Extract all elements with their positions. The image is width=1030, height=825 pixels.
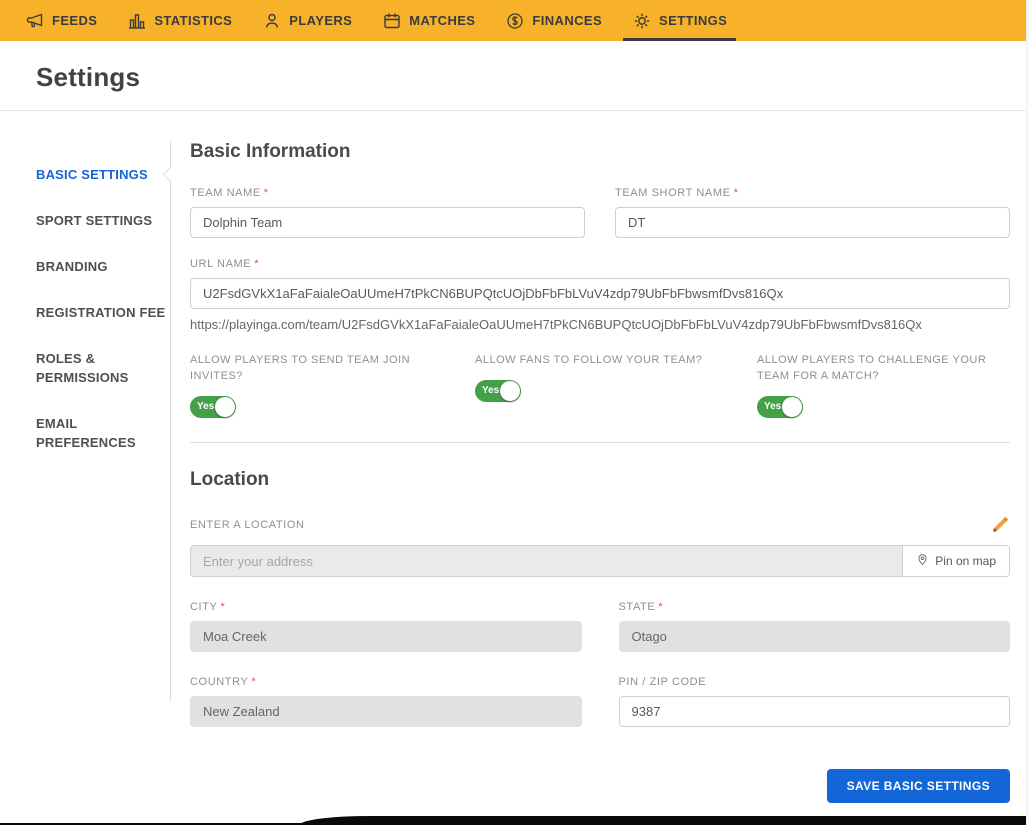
toggle-join-invites-label: ALLOW PLAYERS TO SEND TEAM JOIN INVITES? — [190, 354, 411, 382]
nav-settings-label: SETTINGS — [659, 13, 728, 28]
toggle-knob — [500, 381, 520, 401]
player-icon — [262, 11, 282, 31]
toggle-fans-follow-label: ALLOW FANS TO FOLLOW YOUR TEAM? — [475, 354, 703, 366]
sidebar-item-branding[interactable]: BRANDING — [36, 257, 170, 276]
team-name-label: TEAM NAME * — [190, 187, 269, 199]
toggle-knob — [782, 397, 802, 417]
scrollbar-track[interactable] — [1026, 0, 1030, 825]
calendar-icon — [382, 11, 402, 31]
team-short-name-input[interactable] — [615, 207, 1010, 238]
sidebar-item-sport-settings[interactable]: SPORT SETTINGS — [36, 211, 170, 230]
bar-chart-icon — [127, 11, 147, 31]
sidebar-item-roles-permissions[interactable]: ROLES & PERMISSIONS — [36, 349, 170, 387]
required-asterisk: * — [220, 601, 226, 613]
page-header: Settings — [0, 41, 1030, 111]
sidebar-divider — [170, 141, 171, 701]
gear-icon — [632, 11, 652, 31]
required-asterisk: * — [658, 601, 664, 613]
city-label: CITY * — [190, 601, 226, 613]
page-title: Settings — [36, 62, 141, 92]
coin-icon — [505, 11, 525, 31]
url-name-input[interactable] — [190, 278, 1010, 309]
toggle-challenge-label: ALLOW PLAYERS TO CHALLENGE YOUR TEAM FOR… — [757, 354, 987, 382]
country-input[interactable] — [190, 696, 582, 727]
enter-location-label: ENTER A LOCATION — [190, 519, 305, 531]
save-basic-settings-button[interactable]: SAVE BASIC SETTINGS — [826, 769, 1010, 803]
toggle-state-label: Yes — [482, 385, 500, 396]
settings-content: BASIC SETTINGS SPORT SETTINGS BRANDING R… — [0, 111, 1030, 803]
required-asterisk: * — [733, 187, 739, 199]
team-short-name-label: TEAM SHORT NAME * — [615, 187, 739, 199]
city-input[interactable] — [190, 621, 582, 652]
required-asterisk: * — [251, 676, 257, 688]
toggle-fans-follow-switch[interactable]: Yes — [475, 380, 521, 402]
nav-feeds[interactable]: FEEDS — [10, 0, 112, 41]
required-asterisk: * — [254, 258, 260, 270]
megaphone-icon — [25, 11, 45, 31]
edit-location-button[interactable] — [990, 515, 1010, 535]
nav-players[interactable]: PLAYERS — [247, 0, 367, 41]
state-label: STATE * — [618, 601, 664, 613]
toggle-challenge-switch[interactable]: Yes — [757, 396, 803, 418]
toggle-join-invites-switch[interactable]: Yes — [190, 396, 236, 418]
zip-input[interactable] — [618, 696, 1010, 727]
map-pin-icon — [916, 553, 929, 569]
nav-finances-label: FINANCES — [532, 13, 603, 28]
address-input[interactable] — [191, 546, 903, 576]
footer-curve — [300, 816, 1030, 825]
nav-feeds-label: FEEDS — [52, 13, 98, 28]
toggle-state-label: Yes — [764, 401, 782, 412]
section-divider — [190, 442, 1010, 443]
pin-on-map-label: Pin on map — [935, 554, 996, 568]
toggle-knob — [215, 397, 235, 417]
team-url-preview: https://playinga.com/team/U2FsdGVkX1aFaF… — [190, 317, 922, 332]
team-name-input[interactable] — [190, 207, 585, 238]
sidebar-item-basic-settings[interactable]: BASIC SETTINGS — [36, 165, 170, 184]
state-input[interactable] — [618, 621, 1010, 652]
location-heading: Location — [190, 469, 270, 490]
country-label: COUNTRY * — [190, 676, 257, 688]
sidebar-item-registration-fee[interactable]: REGISTRATION FEE — [36, 303, 170, 322]
top-navigation: FEEDS STATISTICS PLAYERS MATCHES FINANCE… — [0, 0, 1030, 41]
nav-statistics-label: STATISTICS — [154, 13, 233, 28]
toggle-state-label: Yes — [197, 401, 215, 412]
sidebar-item-email-preferences[interactable]: EMAIL PREFERENCES — [36, 414, 170, 452]
nav-players-label: PLAYERS — [289, 13, 353, 28]
nav-matches-label: MATCHES — [409, 13, 476, 28]
pin-on-map-button[interactable]: Pin on map — [902, 546, 1009, 576]
basic-settings-panel: Basic Information TEAM NAME* TEAM SHORT … — [190, 141, 1030, 803]
required-asterisk: * — [263, 187, 269, 199]
basic-information-heading: Basic Information — [190, 141, 351, 162]
url-name-label: URL NAME * — [190, 258, 260, 270]
pencil-icon — [990, 517, 1010, 538]
nav-statistics[interactable]: STATISTICS — [112, 0, 247, 41]
nav-finances[interactable]: FINANCES — [490, 0, 617, 41]
nav-settings[interactable]: SETTINGS — [617, 0, 742, 41]
zip-label: PIN / ZIP CODE — [618, 676, 707, 688]
settings-sidebar: BASIC SETTINGS SPORT SETTINGS BRANDING R… — [36, 165, 170, 803]
nav-matches[interactable]: MATCHES — [367, 0, 490, 41]
